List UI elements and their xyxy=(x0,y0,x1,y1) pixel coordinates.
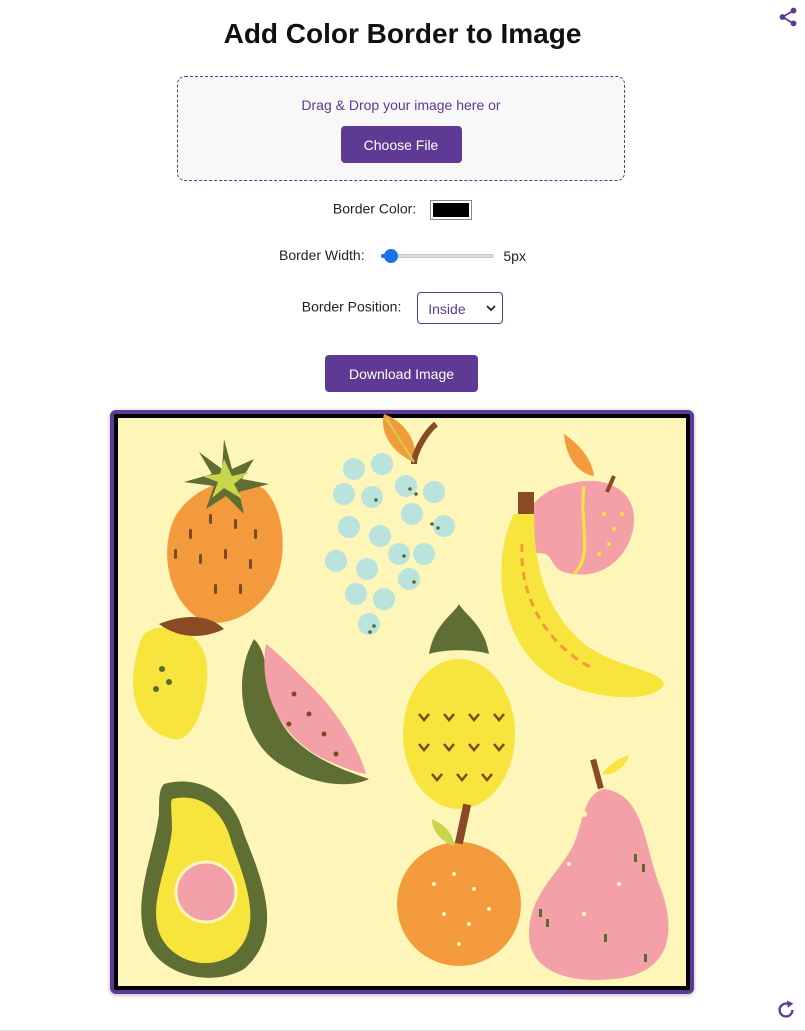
image-preview xyxy=(110,410,694,994)
page-title: Add Color Border to Image xyxy=(223,18,582,49)
image-dropzone[interactable]: Drag & Drop your image here or Choose Fi… xyxy=(177,76,625,181)
refresh-icon[interactable] xyxy=(775,999,797,1021)
border-color-label: Border Color: xyxy=(332,200,417,217)
choose-file-button[interactable]: Choose File xyxy=(340,126,462,163)
border-width-label: Border Width: xyxy=(279,247,365,263)
border-position-select[interactable]: Inside xyxy=(417,292,504,324)
slider-thumb[interactable] xyxy=(383,249,398,264)
border-width-row: Border Width: 5px xyxy=(0,247,805,264)
border-width-value: 5px xyxy=(503,248,526,265)
border-color-picker[interactable] xyxy=(430,200,473,220)
border-color-swatch xyxy=(433,203,470,217)
fruit-illustration xyxy=(114,414,690,990)
border-position-row: Border Position: Inside xyxy=(0,292,805,324)
border-position-label: Border Position: xyxy=(301,298,402,315)
download-image-button[interactable]: Download Image xyxy=(325,355,478,392)
dropzone-text: Drag & Drop your image here or xyxy=(301,97,501,113)
border-color-row: Border Color: xyxy=(0,200,805,220)
chevron-down-icon xyxy=(486,305,496,312)
border-position-value: Inside xyxy=(428,301,466,317)
border-width-slider[interactable] xyxy=(380,248,494,264)
